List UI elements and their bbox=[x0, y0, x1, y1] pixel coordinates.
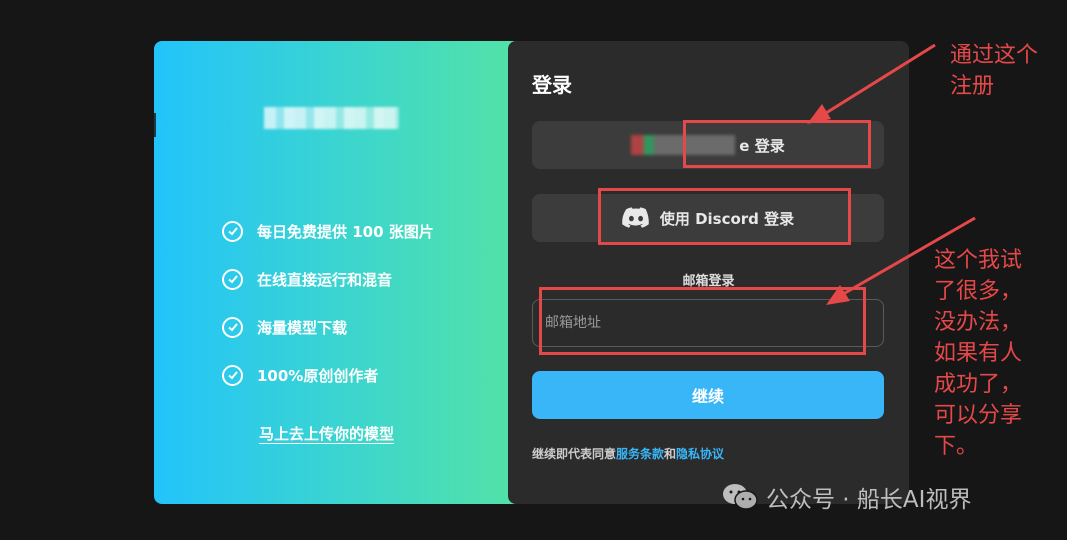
upload-model-link[interactable]: 马上去上传你的模型 bbox=[259, 423, 394, 444]
check-circle-icon bbox=[222, 220, 243, 242]
annotation-side-note: 这个我试 了很多， 没办法， 如果有人 成功了， 可以分享 下。 bbox=[934, 245, 1022, 462]
terms-prefix: 继续即代表同意 bbox=[532, 447, 617, 461]
annotation-line: 成功了， bbox=[934, 372, 1023, 397]
feature-item: 海量模型下载 bbox=[222, 303, 434, 351]
promo-panel: 每日免费提供 100 张图片 在线直接运行和混音 海量模型下载 100%原创创作… bbox=[154, 41, 516, 504]
continue-button[interactable]: 继续 bbox=[532, 371, 884, 419]
privacy-policy-link[interactable]: 隐私协议 bbox=[676, 447, 724, 461]
annotation-line: 没办法， bbox=[934, 310, 1023, 335]
terms-of-service-link[interactable]: 服务条款 bbox=[616, 447, 664, 461]
feature-item: 在线直接运行和混音 bbox=[222, 255, 434, 303]
check-circle-icon bbox=[222, 364, 243, 386]
feature-label: 在线直接运行和混音 bbox=[257, 270, 393, 289]
feature-label: 海量模型下载 bbox=[257, 318, 348, 337]
panel-edge bbox=[154, 113, 156, 137]
annotation-box-email bbox=[539, 287, 866, 355]
blurred-logo bbox=[264, 107, 399, 129]
annotation-box-google bbox=[683, 120, 871, 168]
feature-list: 每日免费提供 100 张图片 在线直接运行和混音 海量模型下载 100%原创创作… bbox=[222, 207, 434, 399]
annotation-top-note: 通过这个 注册 bbox=[950, 40, 1038, 102]
terms-text: 继续即代表同意服务条款和隐私协议 bbox=[532, 445, 724, 462]
annotation-line: 通过这个 bbox=[950, 43, 1039, 68]
annotation-line: 如果有人 bbox=[934, 341, 1023, 366]
watermark-text: 公众号 · 船长AI视界 bbox=[766, 487, 972, 513]
check-circle-icon bbox=[222, 316, 243, 338]
terms-and: 和 bbox=[664, 447, 677, 461]
check-circle-icon bbox=[222, 268, 243, 290]
feature-label: 每日免费提供 100 张图片 bbox=[257, 222, 434, 241]
feature-label: 100%原创创作者 bbox=[257, 366, 379, 385]
annotation-line: 这个我试 bbox=[934, 248, 1023, 273]
feature-item: 每日免费提供 100 张图片 bbox=[222, 207, 434, 255]
feature-item: 100%原创创作者 bbox=[222, 351, 434, 399]
login-panel: 登录 e 登录 使用 Discord 登录 邮箱登录 继续 继续即代表同意服务条… bbox=[508, 41, 909, 504]
annotation-box-discord bbox=[598, 188, 851, 245]
wechat-icon bbox=[723, 484, 758, 510]
login-modal: 每日免费提供 100 张图片 在线直接运行和混音 海量模型下载 100%原创创作… bbox=[154, 41, 909, 504]
annotation-line: 下。 bbox=[934, 434, 979, 459]
annotation-line: 可以分享 bbox=[934, 403, 1023, 428]
watermark: 公众号 · 船长AI视界 bbox=[722, 480, 971, 514]
login-title: 登录 bbox=[532, 73, 572, 97]
annotation-line: 了很多， bbox=[934, 279, 1023, 304]
annotation-line: 注册 bbox=[950, 74, 995, 99]
